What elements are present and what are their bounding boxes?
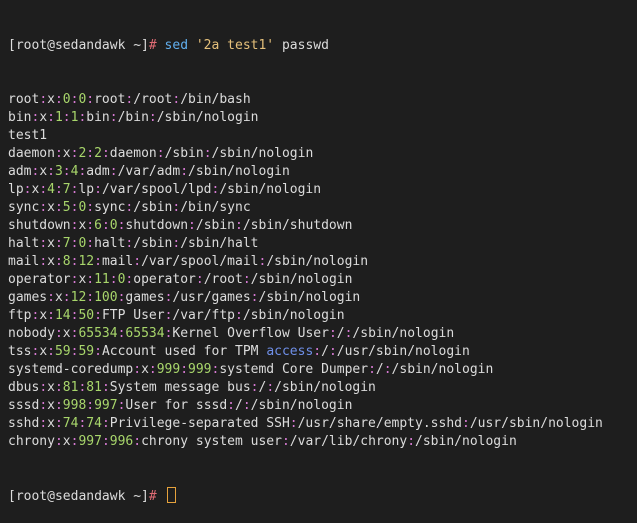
text-cursor[interactable] bbox=[166, 487, 176, 503]
output-line: daemon:x:2:2:daemon:/sbin:/sbin/nologin bbox=[8, 146, 314, 161]
output-line: tss:x:59:59:Account used for TPM access:… bbox=[8, 344, 470, 359]
output-line: root:x:0:0:root:/root:/bin/bash bbox=[8, 92, 251, 107]
output-line: halt:x:7:0:halt:/sbin:/sbin/halt bbox=[8, 236, 259, 251]
output-line: test1 bbox=[8, 128, 48, 143]
shell-prompt: [root@sedandawk ~] bbox=[8, 489, 149, 504]
output-line: sshd:x:74:74:Privilege-separated SSH:/us… bbox=[8, 416, 603, 431]
active-prompt-line[interactable]: [root@sedandawk ~]# bbox=[8, 487, 637, 505]
prompt-hash: # bbox=[148, 489, 157, 504]
output-line: lp:x:4:7:lp:/var/spool/lpd:/sbin/nologin bbox=[8, 182, 322, 197]
output-line: operator:x:11:0:operator:/root:/sbin/nol… bbox=[8, 272, 353, 287]
output-line: ftp:x:14:50:FTP User:/var/ftp:/sbin/nolo… bbox=[8, 308, 345, 323]
command-line: [root@sedandawk ~]# sed '2a test1' passw… bbox=[8, 37, 637, 55]
output-line: mail:x:8:12:mail:/var/spool/mail:/sbin/n… bbox=[8, 254, 369, 269]
output-line: shutdown:x:6:0:shutdown:/sbin:/sbin/shut… bbox=[8, 218, 353, 233]
output-line: chrony:x:997:996:chrony system user:/var… bbox=[8, 434, 517, 449]
output-line: sssd:x:998:997:User for sssd:/:/sbin/nol… bbox=[8, 398, 353, 413]
output-line: systemd-coredump:x:999:999:systemd Core … bbox=[8, 362, 494, 377]
output-line: dbus:x:81:81:System message bus:/:/sbin/… bbox=[8, 380, 376, 395]
output-line: nobody:x:65534:65534:Kernel Overflow Use… bbox=[8, 326, 455, 341]
shell-prompt: [root@sedandawk ~] bbox=[8, 38, 149, 53]
prompt-hash: # bbox=[148, 38, 157, 53]
output-line: adm:x:3:4:adm:/var/adm:/sbin/nologin bbox=[8, 164, 290, 179]
command-file-arg: passwd bbox=[281, 38, 329, 53]
command-name: sed bbox=[164, 38, 189, 53]
output-line: bin:x:1:1:bin:/bin:/sbin/nologin bbox=[8, 110, 259, 125]
terminal-window[interactable]: [root@sedandawk ~]# sed '2a test1' passw… bbox=[0, 0, 637, 504]
output-line: sync:x:5:0:sync:/sbin:/bin/sync bbox=[8, 200, 251, 215]
output-line: games:x:12:100:games:/usr/games:/sbin/no… bbox=[8, 290, 361, 305]
command-output: root:x:0:0:root:/root:/bin/bash bin:x:1:1… bbox=[8, 91, 637, 451]
command-expression: '2a test1' bbox=[195, 38, 275, 53]
